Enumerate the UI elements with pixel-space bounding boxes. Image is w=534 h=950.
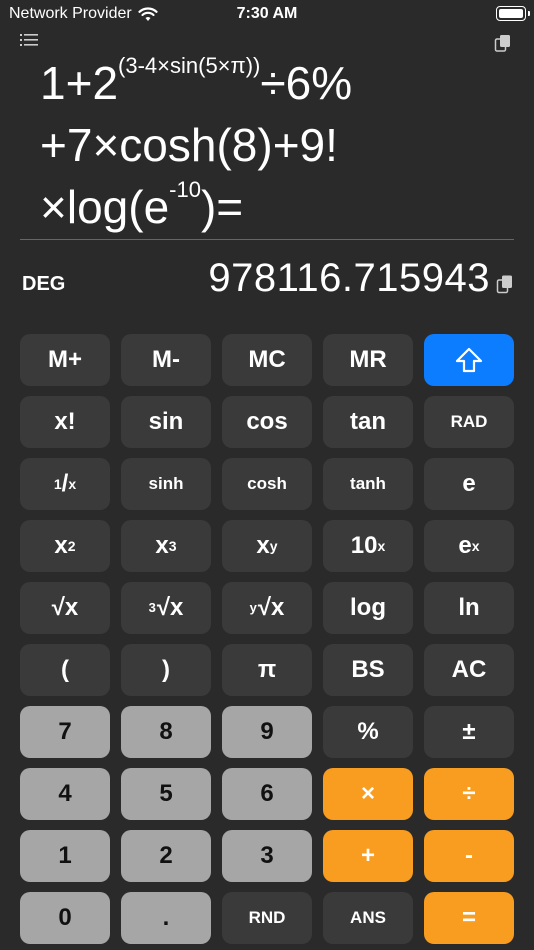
copy-result-icon[interactable] [496, 274, 514, 294]
square-root-button[interactable]: √x [20, 582, 110, 634]
multiply-button[interactable]: × [323, 768, 413, 820]
digit-1-button[interactable]: 1 [20, 830, 110, 882]
divider [20, 239, 514, 240]
all-clear-button[interactable]: AC [424, 644, 514, 696]
tan-button[interactable]: tan [323, 396, 413, 448]
status-time: 7:30 AM [236, 5, 298, 22]
cube-button[interactable]: x3 [121, 520, 211, 572]
reciprocal-slash: / [61, 470, 69, 497]
cube-root-label: √x [156, 594, 184, 621]
expression-log: ×log(e [40, 181, 170, 233]
m-minus-button[interactable]: M- [121, 334, 211, 386]
expression-line-3: ×log(e-10)= [40, 176, 520, 238]
cosh-button[interactable]: cosh [222, 458, 312, 510]
battery-icon [496, 6, 530, 21]
y-root-button[interactable]: y √x [222, 582, 312, 634]
shift-button[interactable] [424, 334, 514, 386]
add-button[interactable]: + [323, 830, 413, 882]
log-button[interactable]: log [323, 582, 413, 634]
digit-3-button[interactable]: 3 [222, 830, 312, 882]
expression-line-1: 1+2(3-4×sin(5×π))÷6% [40, 52, 520, 114]
digit-7-button[interactable]: 7 [20, 706, 110, 758]
list-menu-icon[interactable] [20, 32, 40, 48]
plus-minus-button[interactable]: ± [424, 706, 514, 758]
digit-8-button[interactable]: 8 [121, 706, 211, 758]
digit-4-button[interactable]: 4 [20, 768, 110, 820]
square-button[interactable]: x2 [20, 520, 110, 572]
tanh-button[interactable]: tanh [323, 458, 413, 510]
cube-root-button[interactable]: 3 √x [121, 582, 211, 634]
right-paren-button[interactable]: ) [121, 644, 211, 696]
pi-button[interactable]: π [222, 644, 312, 696]
y-root-label: √x [257, 594, 285, 621]
percent-button[interactable]: % [323, 706, 413, 758]
cube-base: x [155, 532, 169, 559]
divide-button[interactable]: ÷ [424, 768, 514, 820]
subtract-button[interactable]: - [424, 830, 514, 882]
ten-power-base: 10 [350, 532, 378, 559]
equals-button[interactable]: = [424, 892, 514, 944]
reciprocal-button[interactable]: 1/x [20, 458, 110, 510]
decimal-point-button[interactable]: . [121, 892, 211, 944]
factorial-button[interactable]: x! [20, 396, 110, 448]
expression-display: 1+2(3-4×sin(5×π))÷6% +7×cosh(8)+9! ×log(… [40, 52, 520, 238]
status-bar: Network Provider 7:30 AM [0, 0, 534, 30]
expression-line-2: +7×cosh(8)+9! [40, 119, 338, 171]
expression-base: 1+2 [40, 57, 119, 109]
memory-clear-button[interactable]: MC [222, 334, 312, 386]
backspace-button[interactable]: BS [323, 644, 413, 696]
digit-5-button[interactable]: 5 [121, 768, 211, 820]
rad-button[interactable]: RAD [424, 396, 514, 448]
ten-power-button[interactable]: 10 x [323, 520, 413, 572]
digit-2-button[interactable]: 2 [121, 830, 211, 882]
digit-6-button[interactable]: 6 [222, 768, 312, 820]
digit-0-button[interactable]: 0 [20, 892, 110, 944]
power-button[interactable]: xy [222, 520, 312, 572]
power-base: x [256, 532, 270, 559]
sin-button[interactable]: sin [121, 396, 211, 448]
sinh-button[interactable]: sinh [121, 458, 211, 510]
expression-tail: ÷6% [260, 57, 353, 109]
expression-equals: )= [200, 181, 244, 233]
left-paren-button[interactable]: ( [20, 644, 110, 696]
shift-arrow-icon [455, 347, 483, 373]
result-value: 978116.715943 [208, 256, 490, 300]
e-constant-button[interactable]: e [424, 458, 514, 510]
digit-9-button[interactable]: 9 [222, 706, 312, 758]
m-plus-button[interactable]: M+ [20, 334, 110, 386]
copy-icon[interactable] [494, 34, 512, 52]
answer-button[interactable]: ANS [323, 892, 413, 944]
memory-recall-button[interactable]: MR [323, 334, 413, 386]
exp-button[interactable]: ex [424, 520, 514, 572]
random-button[interactable]: RND [222, 892, 312, 944]
expression-log-exponent: -10 [169, 177, 201, 202]
keypad: M+ M- MC MR x! sin cos tan RAD 1/x sinh … [20, 334, 514, 944]
square-base: x [54, 532, 68, 559]
cos-button[interactable]: cos [222, 396, 312, 448]
ln-button[interactable]: ln [424, 582, 514, 634]
exp-base: e [458, 532, 472, 559]
expression-exponent: (3-4×sin(5×π)) [118, 53, 261, 78]
angle-mode-label: DEG [22, 273, 66, 295]
